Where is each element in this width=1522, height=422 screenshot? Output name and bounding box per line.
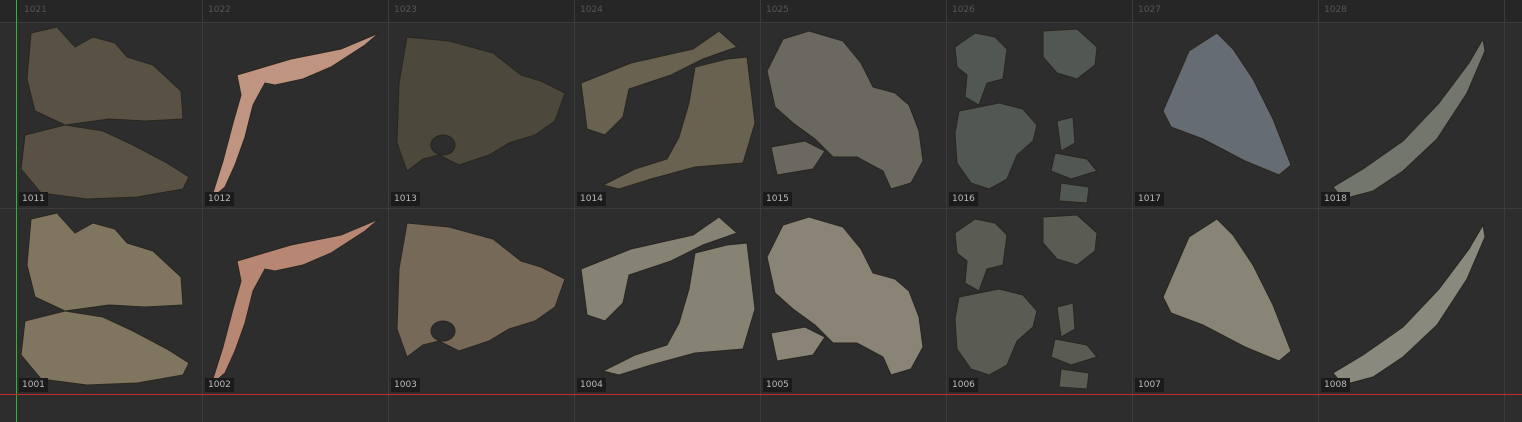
column-label: 1024 bbox=[580, 5, 603, 15]
udim-tile[interactable]: 1016 bbox=[947, 23, 1131, 208]
udim-label: 1008 bbox=[1321, 378, 1350, 392]
udim-label: 1002 bbox=[205, 378, 234, 392]
uv-shell bbox=[766, 216, 924, 376]
udim-tile[interactable]: 1001 bbox=[17, 209, 201, 394]
uv-shell bbox=[1332, 223, 1486, 386]
uv-shell bbox=[1162, 218, 1292, 362]
udim-label: 1003 bbox=[391, 378, 420, 392]
udim-tile[interactable]: 1002 bbox=[203, 209, 387, 394]
udim-tile[interactable]: 1004 bbox=[575, 209, 759, 394]
uv-shell bbox=[580, 30, 756, 190]
udim-tile[interactable]: 1008 bbox=[1319, 209, 1503, 394]
udim-tile[interactable]: 1011 bbox=[17, 23, 201, 208]
uv-shell bbox=[396, 222, 566, 358]
column-label: 1025 bbox=[766, 5, 789, 15]
udim-tile[interactable]: 1005 bbox=[761, 209, 945, 394]
udim-label: 1018 bbox=[1321, 192, 1350, 206]
udim-tile[interactable]: 1013 bbox=[389, 23, 573, 208]
uv-shell bbox=[396, 36, 566, 172]
uv-shell bbox=[766, 30, 924, 190]
udim-label: 1016 bbox=[949, 192, 978, 206]
udim-tile[interactable]: 1007 bbox=[1133, 209, 1317, 394]
udim-label: 1001 bbox=[19, 378, 48, 392]
column-label: 1027 bbox=[1138, 5, 1161, 15]
udim-tile[interactable]: 1017 bbox=[1133, 23, 1317, 208]
uv-shell bbox=[209, 218, 380, 387]
udim-tile[interactable]: 1006 bbox=[947, 209, 1131, 394]
uv-shell bbox=[209, 32, 380, 201]
udim-label: 1014 bbox=[577, 192, 606, 206]
udim-label: 1004 bbox=[577, 378, 606, 392]
uv-shell bbox=[1162, 32, 1292, 176]
udim-tile[interactable]: 1018 bbox=[1319, 23, 1503, 208]
grid-line bbox=[1504, 0, 1505, 422]
u-axis-line bbox=[0, 394, 1522, 395]
udim-label: 1011 bbox=[19, 192, 48, 206]
uv-shell bbox=[20, 212, 190, 386]
udim-tile[interactable]: 1015 bbox=[761, 23, 945, 208]
uv-shell bbox=[1332, 37, 1486, 200]
udim-label: 1007 bbox=[1135, 378, 1164, 392]
v-axis-line bbox=[16, 0, 17, 422]
uv-shell bbox=[580, 216, 756, 376]
udim-label: 1015 bbox=[763, 192, 792, 206]
udim-tile[interactable]: 1003 bbox=[389, 209, 573, 394]
column-label: 1028 bbox=[1324, 5, 1347, 15]
udim-label: 1006 bbox=[949, 378, 978, 392]
udim-tile[interactable]: 1014 bbox=[575, 23, 759, 208]
uv-shell bbox=[20, 26, 190, 200]
udim-label: 1005 bbox=[763, 378, 792, 392]
column-label: 1022 bbox=[208, 5, 231, 15]
udim-label: 1012 bbox=[205, 192, 234, 206]
column-label: 1021 bbox=[24, 5, 47, 15]
udim-label: 1017 bbox=[1135, 192, 1164, 206]
uv-shell bbox=[954, 28, 1098, 204]
udim-tile[interactable]: 1012 bbox=[203, 23, 387, 208]
udim-label: 1013 bbox=[391, 192, 420, 206]
uv-viewport[interactable]: 1021 1022 1023 1024 1025 1026 1027 1028 … bbox=[0, 0, 1522, 422]
column-label: 1023 bbox=[394, 5, 417, 15]
uv-shell bbox=[954, 214, 1098, 390]
column-label: 1026 bbox=[952, 5, 975, 15]
